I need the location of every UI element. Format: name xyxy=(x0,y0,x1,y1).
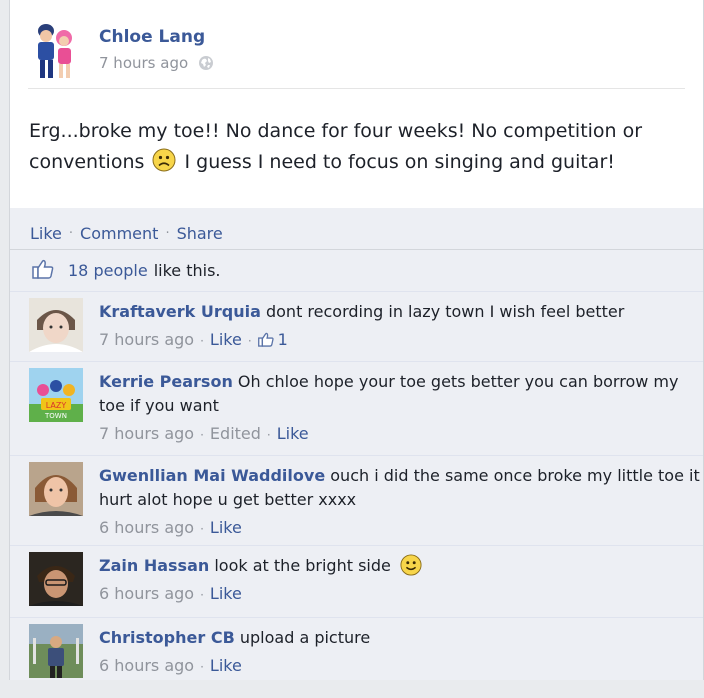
likes-count-link[interactable]: 18 people xyxy=(68,261,148,280)
comment-item: Kraftaverk Urquia dont recording in lazy… xyxy=(10,292,703,362)
post-header: Chloe Lang 7 hours ago xyxy=(10,0,703,89)
comment-timestamp[interactable]: 6 hours ago xyxy=(99,518,194,537)
like-count-value: 1 xyxy=(277,330,288,349)
comment-author[interactable]: Gwenllian Mai Waddilove xyxy=(99,466,325,485)
author-avatar[interactable] xyxy=(28,18,84,82)
comment-content: Kraftaverk Urquia dont recording in lazy… xyxy=(99,292,703,354)
comment-meta: 7 hours ago · Edited · Like xyxy=(99,422,703,447)
separator-dot: · xyxy=(165,226,170,241)
commenter-avatar[interactable]: LAZY TOWN xyxy=(29,368,83,422)
comment-timestamp[interactable]: 7 hours ago xyxy=(99,330,194,349)
post-timestamp[interactable]: 7 hours ago xyxy=(99,54,188,72)
comment-meta: 7 hours ago · Like · 1 xyxy=(99,328,703,354)
comment-timestamp[interactable]: 6 hours ago xyxy=(99,584,194,603)
comment-author[interactable]: Kerrie Pearson xyxy=(99,372,233,391)
comment-content: Gwenllian Mai Waddilove ouch i did the s… xyxy=(99,456,703,541)
share-button[interactable]: Share xyxy=(177,224,223,243)
post-author-name[interactable]: Chloe Lang xyxy=(99,27,205,47)
comment-edited-label[interactable]: Edited xyxy=(210,424,261,443)
comment-like-button[interactable]: Like xyxy=(210,518,242,537)
commenter-avatar[interactable] xyxy=(29,552,83,606)
comment-like-count[interactable]: 1 xyxy=(257,330,288,349)
separator-dot: · xyxy=(247,334,252,348)
comment-meta: 6 hours ago · Like xyxy=(99,582,703,607)
separator-dot: · xyxy=(266,428,271,442)
comment-text: dont recording in lazy town I wish feel … xyxy=(265,302,625,321)
comment-item: Gwenllian Mai Waddilove ouch i did the s… xyxy=(10,456,703,546)
comment-author[interactable]: Zain Hassan xyxy=(99,556,209,575)
post-text-part2: I guess I need to focus on singing and g… xyxy=(184,151,615,173)
post-actions: Like · Comment · Share xyxy=(10,208,703,250)
comment-item: Zain Hassan look at the bright side 6 ho… xyxy=(10,546,703,618)
svg-text:LAZY: LAZY xyxy=(46,401,67,410)
post-card: Chloe Lang 7 hours ago Erg...broke my to… xyxy=(9,0,704,680)
comment-author[interactable]: Christopher CB xyxy=(99,628,235,647)
thumbs-up-icon xyxy=(32,259,54,283)
likes-summary: 18 people like this. xyxy=(10,250,703,292)
separator-dot: · xyxy=(200,428,204,442)
comment-text: look at the bright side xyxy=(214,556,391,575)
comment-like-button[interactable]: Like xyxy=(277,424,309,443)
comment-timestamp[interactable]: 6 hours ago xyxy=(99,656,194,675)
sad-face-icon xyxy=(152,148,176,172)
feedback-section: Like · Comment · Share 18 people like th… xyxy=(10,208,703,680)
comment-content: Zain Hassan look at the bright side 6 ho… xyxy=(99,546,703,607)
comment-meta: 6 hours ago · Like xyxy=(99,654,703,679)
comment-like-button[interactable]: Like xyxy=(210,330,242,349)
separator-dot: · xyxy=(200,522,204,536)
comment-author[interactable]: Kraftaverk Urquia xyxy=(99,302,261,321)
post-text: Erg...broke my toe!! No dance for four w… xyxy=(29,116,689,178)
post-meta: 7 hours ago xyxy=(99,54,214,72)
likes-suffix: like this. xyxy=(153,261,221,280)
commenter-avatar[interactable] xyxy=(29,462,83,516)
separator-dot: · xyxy=(200,334,204,348)
comment-timestamp[interactable]: 7 hours ago xyxy=(99,424,194,443)
comment-like-button[interactable]: Like xyxy=(210,656,242,675)
smile-face-icon xyxy=(400,554,422,576)
like-button[interactable]: Like xyxy=(30,224,62,243)
comment-meta: 6 hours ago · Like xyxy=(99,516,703,541)
comment-content: Christopher CB upload a picture 6 hours … xyxy=(99,618,703,679)
comment-item: LAZY TOWN Kerrie Pearson Oh chloe hope y… xyxy=(10,362,703,456)
comment-item: Christopher CB upload a picture 6 hours … xyxy=(10,618,703,698)
header-divider xyxy=(28,88,685,89)
globe-icon[interactable] xyxy=(198,55,214,71)
comment-text: upload a picture xyxy=(239,628,371,647)
commenter-avatar[interactable] xyxy=(29,298,83,352)
separator-dot: · xyxy=(200,588,204,602)
thumbs-up-icon xyxy=(257,330,274,354)
commenter-avatar[interactable] xyxy=(29,624,83,678)
comment-button[interactable]: Comment xyxy=(80,224,158,243)
separator-dot: · xyxy=(68,226,74,241)
svg-text:TOWN: TOWN xyxy=(44,412,67,420)
comment-content: Kerrie Pearson Oh chloe hope your toe ge… xyxy=(99,362,703,447)
separator-dot: · xyxy=(200,660,204,674)
comment-like-button[interactable]: Like xyxy=(210,584,242,603)
